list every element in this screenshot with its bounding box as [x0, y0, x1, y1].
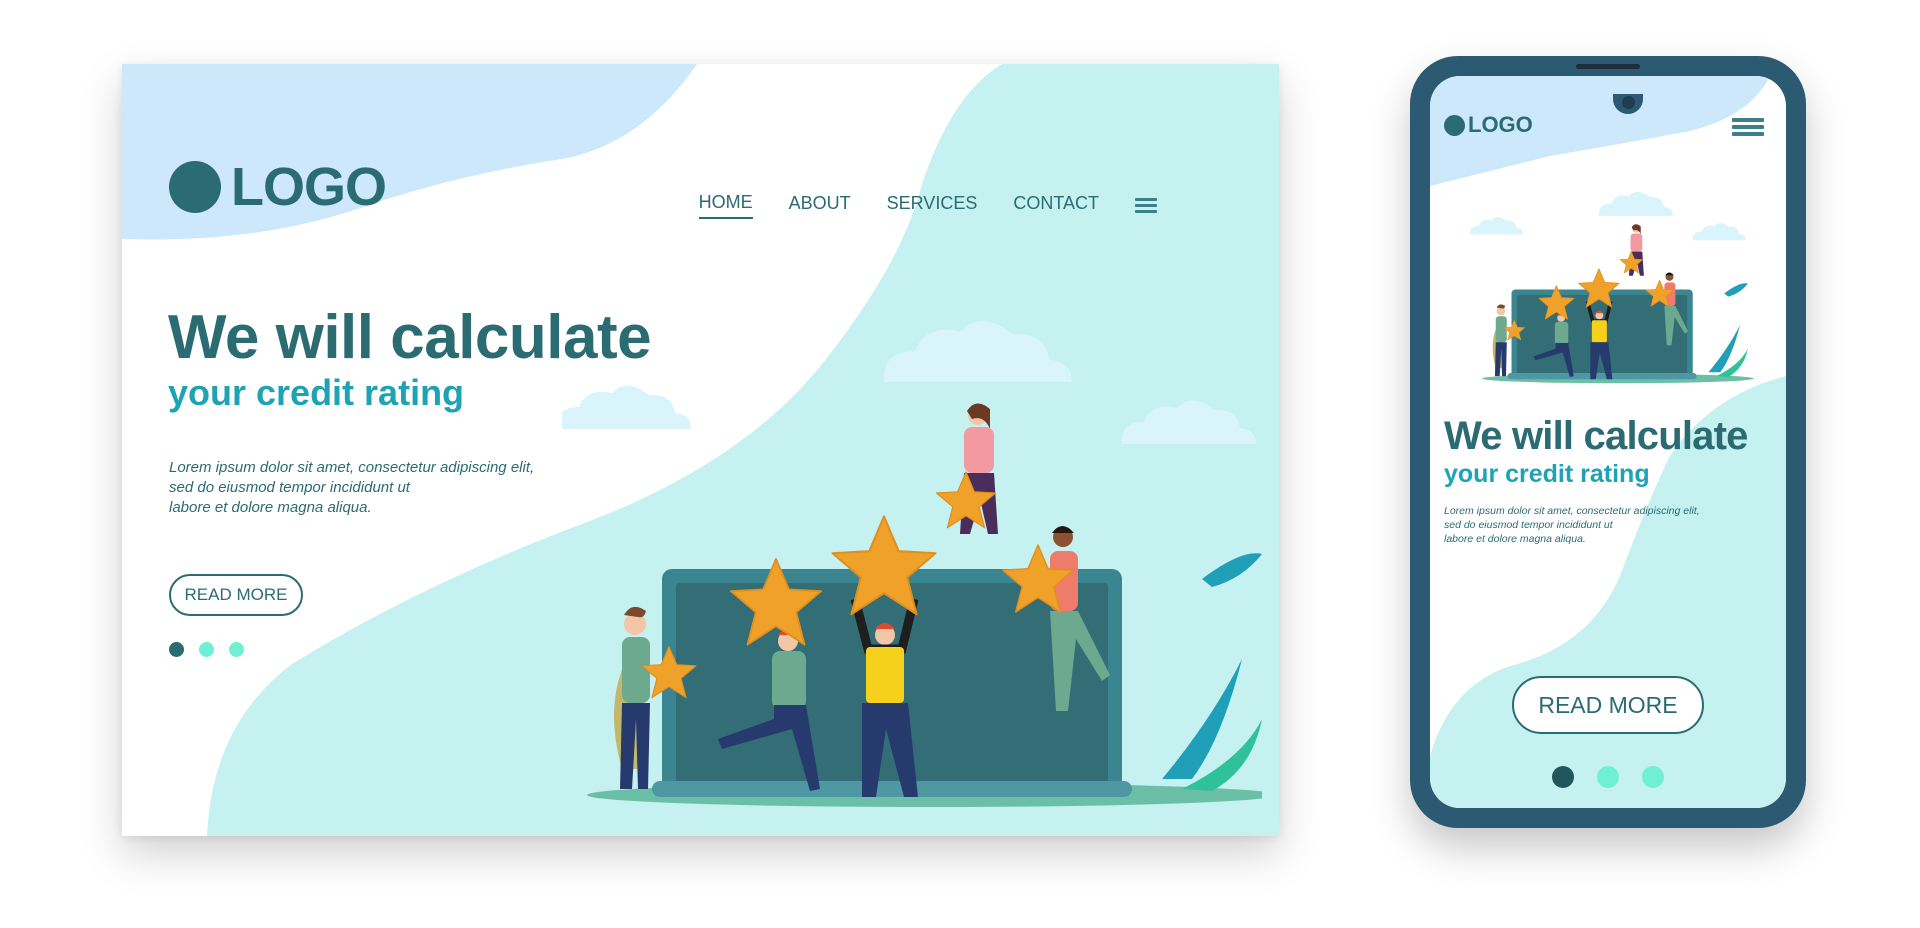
- body-line: labore et dolore magna aliqua.: [1444, 533, 1586, 545]
- hero-illustration: [1440, 191, 1780, 386]
- logo[interactable]: LOGO: [1444, 112, 1533, 138]
- slider-dot-3[interactable]: [229, 642, 244, 657]
- slider-dot-1[interactable]: [169, 642, 184, 657]
- slider-dot-2[interactable]: [1597, 766, 1619, 788]
- circle-logo-icon: [169, 161, 221, 213]
- nav-contact[interactable]: CONTACT: [1013, 193, 1099, 218]
- main-nav: HOME ABOUT SERVICES CONTACT: [698, 192, 1157, 219]
- hero-illustration: [562, 319, 1262, 814]
- hamburger-menu-icon[interactable]: [1135, 198, 1157, 213]
- nav-about[interactable]: ABOUT: [789, 193, 851, 218]
- hero-headline: We will calculate: [1444, 414, 1748, 458]
- slider-dots: [169, 642, 244, 657]
- body-line: sed do eiusmod tempor incididunt ut: [169, 479, 410, 496]
- nav-services[interactable]: SERVICES: [887, 193, 978, 218]
- slider-dot-1[interactable]: [1552, 766, 1574, 788]
- mobile-phone-mockup: LOGO We will calculate your credit ratin…: [1410, 56, 1806, 828]
- body-line: Lorem ipsum dolor sit amet, consectetur …: [1444, 505, 1700, 517]
- slider-dots: [1552, 766, 1664, 788]
- phone-speaker: [1576, 64, 1640, 69]
- hero-subheadline: your credit rating: [168, 372, 465, 413]
- read-more-button[interactable]: READ MORE: [1512, 676, 1704, 734]
- logo-text: LOGO: [1468, 112, 1533, 137]
- logo-text: LOGO: [231, 157, 387, 217]
- front-camera: [1622, 96, 1635, 109]
- read-more-button[interactable]: READ MORE: [169, 574, 303, 616]
- body-line: labore et dolore magna aliqua.: [169, 499, 372, 516]
- hero-body-text: Lorem ipsum dolor sit amet, consectetur …: [1444, 504, 1714, 546]
- nav-home[interactable]: HOME: [698, 192, 753, 219]
- hero-body-text: Lorem ipsum dolor sit amet, consectetur …: [169, 458, 569, 518]
- slider-dot-3[interactable]: [1642, 766, 1664, 788]
- desktop-landing-page: LOGO HOME ABOUT SERVICES CONTACT We will…: [122, 64, 1279, 836]
- body-line: sed do eiusmod tempor incididunt ut: [1444, 519, 1613, 531]
- slider-dot-2[interactable]: [199, 642, 214, 657]
- circle-logo-icon: [1444, 114, 1465, 136]
- hero-subheadline: your credit rating: [1444, 460, 1650, 488]
- hamburger-menu-icon[interactable]: [1732, 118, 1764, 136]
- mobile-landing-page: LOGO We will calculate your credit ratin…: [1430, 76, 1786, 808]
- body-line: Lorem ipsum dolor sit amet, consectetur …: [169, 459, 535, 476]
- logo[interactable]: LOGO: [169, 156, 387, 218]
